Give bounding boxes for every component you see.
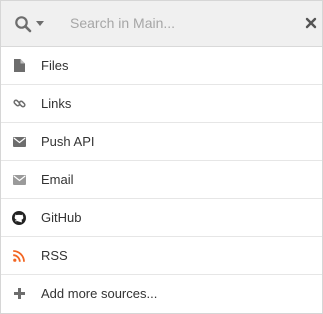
envelope-icon <box>12 135 26 149</box>
plus-icon <box>12 287 26 301</box>
sources-list: Files Links Push API Email GitHub RSS Ad… <box>1 47 322 312</box>
link-icon <box>12 97 26 111</box>
github-icon <box>12 210 26 225</box>
source-item-github[interactable]: GitHub <box>1 199 322 237</box>
source-item-label: Links <box>41 96 72 111</box>
source-item-files[interactable]: Files <box>1 47 322 85</box>
add-more-sources-label: Add more sources... <box>41 286 158 301</box>
source-item-label: Push API <box>41 134 95 149</box>
source-item-email[interactable]: Email <box>1 161 322 199</box>
search-scope-button[interactable] <box>14 13 46 35</box>
source-item-links[interactable]: Links <box>1 85 322 123</box>
caret-down-icon <box>36 21 44 27</box>
search-input[interactable] <box>56 10 305 36</box>
source-item-push-api[interactable]: Push API <box>1 123 322 161</box>
envelope-icon <box>12 173 26 187</box>
sources-panel: Files Links Push API <box>0 0 323 314</box>
source-item-rss[interactable]: RSS <box>1 237 322 275</box>
search-icon <box>14 15 32 33</box>
search-bar <box>1 1 322 47</box>
clear-search-button[interactable] <box>305 16 319 30</box>
file-icon <box>12 59 26 73</box>
source-item-label: Email <box>41 172 74 187</box>
source-item-label: Files <box>41 58 69 73</box>
close-icon <box>305 16 317 33</box>
add-more-sources-button[interactable]: Add more sources... <box>1 275 322 312</box>
source-item-label: GitHub <box>41 210 82 225</box>
rss-icon <box>12 249 26 263</box>
source-item-label: RSS <box>41 248 68 263</box>
